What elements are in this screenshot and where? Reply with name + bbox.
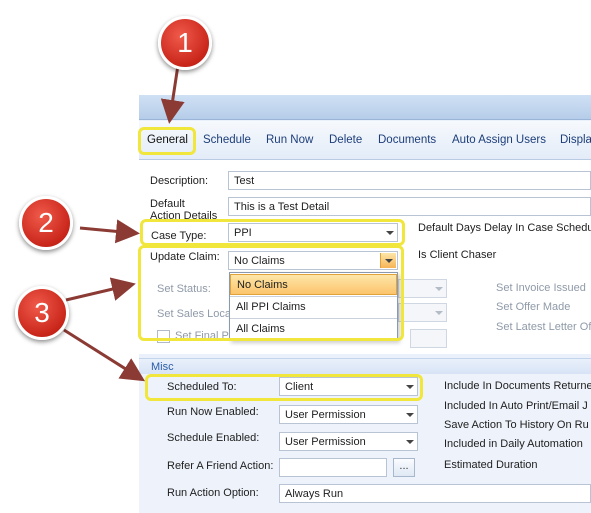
callout-marker-1: 1: [158, 16, 212, 70]
callout-marker-2: 2: [19, 196, 73, 250]
arrow-to-scheduled-to: [63, 328, 146, 382]
arrow-to-case-type: [79, 219, 140, 244]
arrow-to-update-claim: [65, 277, 136, 302]
arrow-to-general: [160, 64, 185, 124]
callout-arrows: [63, 64, 185, 382]
callout-marker-3: 3: [15, 286, 69, 340]
